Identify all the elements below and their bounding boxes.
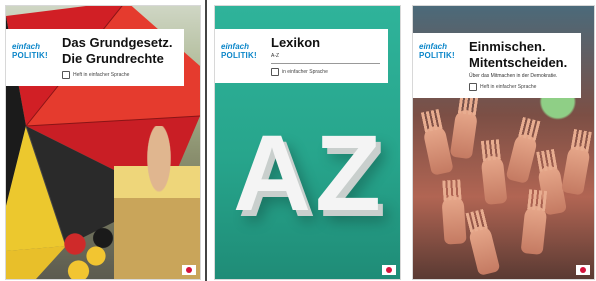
cover-title-line1: Lexikon bbox=[271, 35, 321, 50]
title-rule bbox=[271, 63, 380, 64]
publisher-logo-icon bbox=[186, 267, 192, 273]
raised-hand bbox=[441, 195, 467, 245]
az-letters: A Z bbox=[215, 110, 400, 240]
brochure-cover-lexikon[interactable]: A Z Lexikon A-Z in einfacher Sprache ein… bbox=[215, 6, 400, 279]
brand-logo: einfach POLITIK! bbox=[419, 42, 455, 60]
language-note: in einfacher Sprache bbox=[271, 68, 380, 76]
language-note: Heft in einfacher Sprache bbox=[469, 83, 573, 91]
brand-logo: einfach POLITIK! bbox=[221, 42, 257, 60]
brand-line2: POLITIK! bbox=[221, 51, 257, 60]
cover-subtitle: Über das Mitmachen in der Demokratie. bbox=[469, 73, 558, 79]
language-note-text: Heft in einfacher Sprache bbox=[73, 72, 130, 78]
cover-subtitle: A-Z bbox=[271, 53, 280, 59]
publisher-logo bbox=[382, 265, 396, 275]
raised-hand bbox=[505, 132, 539, 184]
brochure-cover-grundgesetz[interactable]: Das Grundgesetz. Die Grundrechte Heft in… bbox=[6, 6, 200, 279]
brand-line1: einfach bbox=[12, 42, 41, 51]
brand-logo: einfach POLITIK! bbox=[12, 42, 48, 60]
raised-hand bbox=[422, 124, 454, 176]
language-note-text: Heft in einfacher Sprache bbox=[480, 84, 537, 90]
publisher-logo-icon bbox=[580, 267, 586, 273]
brochure-cover-einmischen[interactable]: Einmischen. Mitentscheiden. Über das Mit… bbox=[413, 6, 594, 279]
book-icon bbox=[469, 83, 477, 91]
person-in-background bbox=[114, 126, 200, 279]
raised-hand bbox=[560, 144, 592, 196]
cover-title-line2: Mitentscheiden. bbox=[469, 55, 568, 70]
letter-z: Z bbox=[315, 112, 381, 233]
language-note: Heft in einfacher Sprache bbox=[62, 71, 176, 79]
brand-line2: POLITIK! bbox=[419, 51, 455, 60]
publisher-logo bbox=[182, 265, 196, 275]
brand-line1: einfach bbox=[419, 42, 448, 51]
language-note-text: in einfacher Sprache bbox=[282, 69, 328, 75]
publisher-logo bbox=[576, 265, 590, 275]
book-icon bbox=[62, 71, 70, 79]
raised-hand bbox=[467, 224, 501, 276]
cover-title-line1: Einmischen. bbox=[469, 39, 546, 54]
raised-hand bbox=[520, 204, 548, 256]
publisher-logo-icon bbox=[386, 267, 392, 273]
raised-hand bbox=[480, 154, 508, 206]
flag-colored-lei bbox=[54, 226, 124, 279]
raised-hand bbox=[449, 108, 479, 160]
book-icon bbox=[271, 68, 279, 76]
brand-line1: einfach bbox=[221, 42, 250, 51]
letter-a: A bbox=[233, 112, 311, 233]
cover-title-line1: Das Grundgesetz. bbox=[62, 35, 173, 50]
cover-title-line2: Die Grundrechte bbox=[62, 51, 164, 66]
separator-line bbox=[205, 0, 207, 281]
brand-line2: POLITIK! bbox=[12, 51, 48, 60]
